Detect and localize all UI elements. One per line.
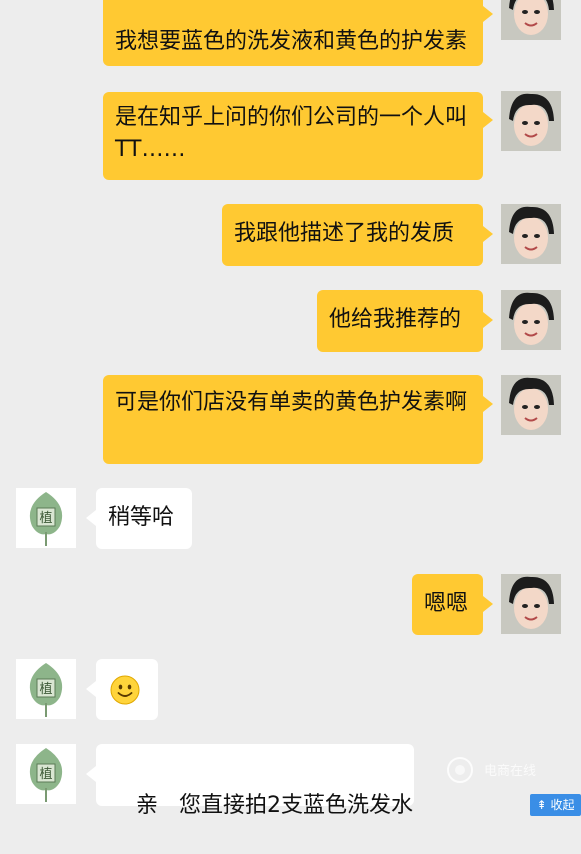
collapse-label: 收起: [550, 798, 575, 812]
message-bubble[interactable]: [96, 659, 158, 720]
collapse-icon: ⇞: [536, 798, 547, 812]
avatar[interactable]: [501, 91, 561, 151]
message-text: 我跟他描述了我的发质: [234, 221, 455, 246]
smile-emoji-icon: [110, 675, 140, 705]
watermark-text: 电商在线: [484, 764, 537, 779]
message-bubble[interactable]: 我跟他描述了我的发质: [222, 204, 483, 266]
watermark: 电商在线: [446, 754, 556, 786]
svg-text:植: 植: [39, 511, 52, 526]
avatar[interactable]: [501, 204, 561, 264]
message-text: 稍等哈: [108, 505, 175, 530]
svg-text:植: 植: [39, 682, 52, 697]
message-bubble[interactable]: 亲 您直接拍2支蓝色洗发水: [96, 744, 414, 818]
avatar[interactable]: [501, 574, 561, 634]
svg-text:植: 植: [39, 767, 52, 782]
message-bubble[interactable]: 稍等哈: [96, 488, 192, 549]
message-text: 可是你们店没有单卖的黄色护发素啊: [115, 390, 468, 415]
message-text: 我想要蓝色的洗发液和黄色的护发素: [115, 29, 468, 54]
message-text: 亲 您直接拍2支蓝色洗发水: [135, 793, 413, 818]
avatar[interactable]: [501, 290, 561, 350]
message-text: 是在知乎上问的你们公司的一个人叫TT……: [115, 105, 468, 162]
message-bubble[interactable]: 可是你们店没有单卖的黄色护发素啊: [103, 375, 483, 464]
collapse-button[interactable]: ⇞ 收起: [530, 794, 581, 816]
avatar[interactable]: [501, 0, 561, 40]
avatar[interactable]: 植: [16, 488, 76, 548]
watermark-logo-icon: [447, 757, 473, 783]
message-bubble[interactable]: 是在知乎上问的你们公司的一个人叫TT……: [103, 92, 483, 180]
message-text: 他给我推荐的: [329, 307, 462, 332]
avatar[interactable]: 植: [16, 659, 76, 719]
message-bubble[interactable]: 我想要蓝色的洗发液和黄色的护发素: [103, 0, 483, 66]
message-bubble[interactable]: 他给我推荐的: [317, 290, 483, 352]
avatar[interactable]: 植: [16, 744, 76, 804]
message-text: 嗯嗯: [424, 591, 469, 616]
avatar[interactable]: [501, 375, 561, 435]
message-bubble[interactable]: 嗯嗯: [412, 574, 483, 635]
